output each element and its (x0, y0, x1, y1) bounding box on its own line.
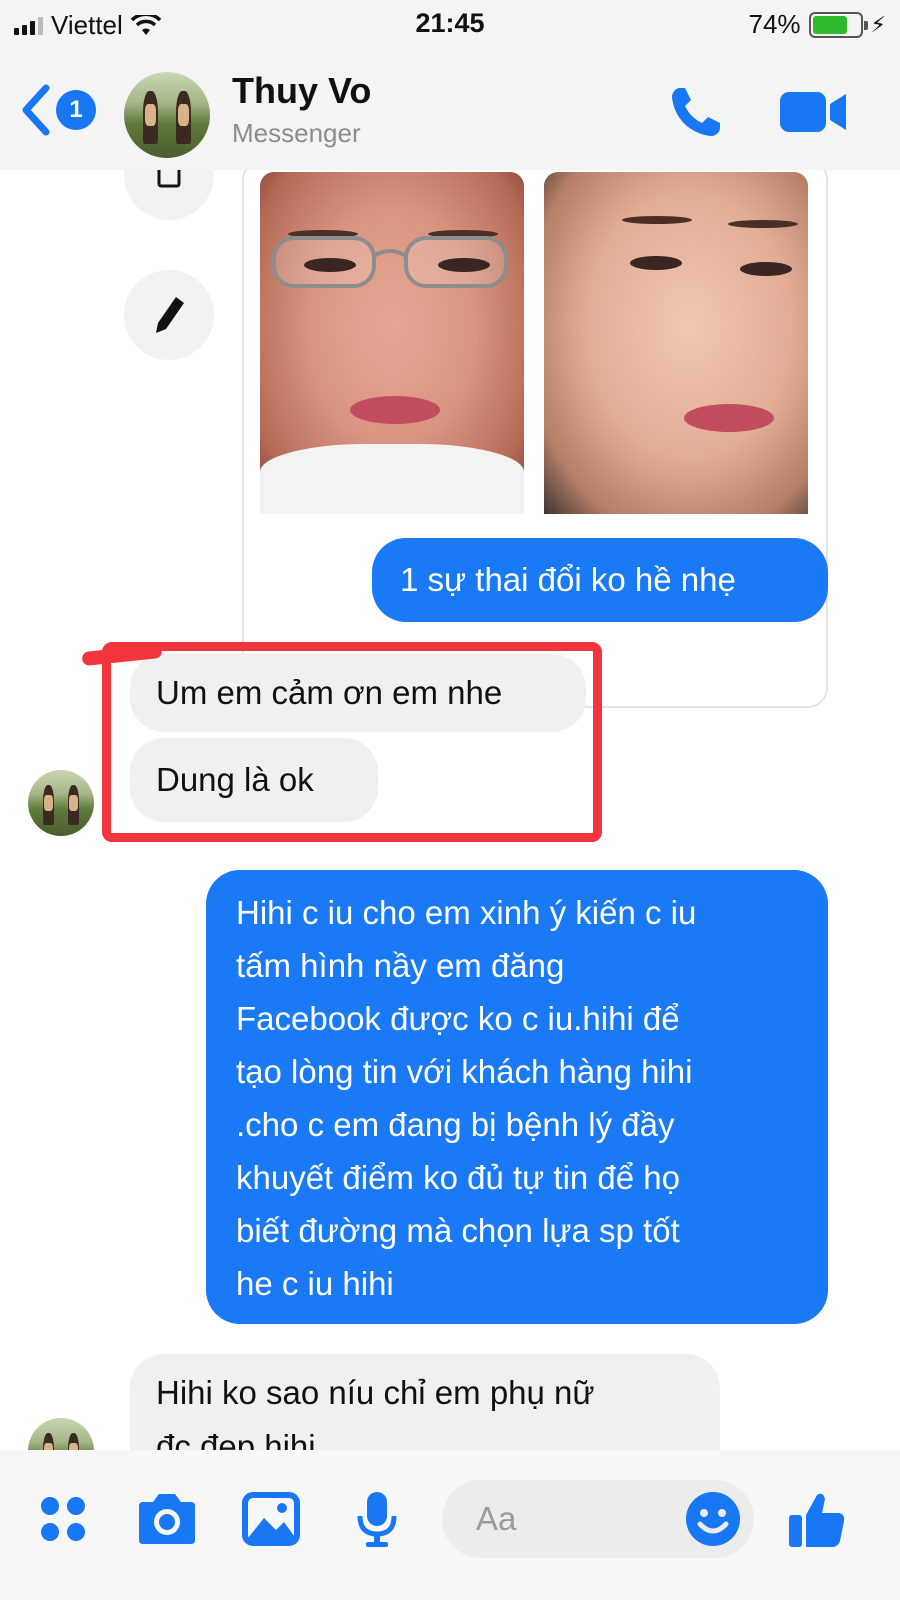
message-bubble-outgoing[interactable]: Hihi c iu cho em xinh ý kiến c iu tấm hì… (206, 870, 828, 1324)
camera-icon (139, 1494, 195, 1544)
share-icon (157, 170, 181, 188)
more-apps-button[interactable] (30, 1486, 96, 1552)
message-line: Hihi c iu cho em xinh ý kiến c iu (236, 894, 697, 931)
message-bubble-outgoing[interactable]: 1 sự thai đổi ko hề nhẹ (372, 538, 828, 622)
gallery-button[interactable] (238, 1486, 304, 1552)
message-line: đc đẹp hihi (156, 1428, 316, 1450)
contact-avatar-small[interactable] (28, 1418, 94, 1450)
share-button[interactable] (124, 170, 214, 220)
four-dots-icon (41, 1497, 85, 1541)
message-line: biết đường mà chọn lựa sp tốt (236, 1212, 680, 1249)
message-line: tạo lòng tin với khách hàng hihi (236, 1053, 693, 1090)
phone-icon (672, 88, 720, 136)
contact-avatar-small[interactable] (28, 770, 94, 836)
chevron-left-icon (22, 84, 50, 136)
microphone-icon (357, 1492, 397, 1547)
photo-detail (684, 404, 774, 432)
thumbs-up-icon (789, 1493, 845, 1547)
photo-before[interactable] (260, 172, 524, 514)
photo-detail (740, 262, 792, 276)
message-input-box[interactable] (442, 1480, 754, 1558)
photo-detail (622, 216, 692, 224)
message-composer (0, 1450, 900, 1600)
smiley-icon[interactable] (684, 1490, 742, 1548)
message-line: he c iu hihi (236, 1265, 394, 1302)
image-icon (242, 1492, 300, 1546)
edit-button[interactable] (124, 270, 214, 360)
status-right: 74% ⚡ (749, 9, 887, 40)
message-text: 1 sự thai đổi ko hề nhẹ (400, 561, 736, 598)
pencil-icon (156, 297, 184, 333)
annotation-highlight-box (102, 642, 602, 842)
battery-icon (808, 11, 868, 38)
message-line: Hihi ko sao níu chỉ em phụ nữ (156, 1374, 595, 1411)
message-line: khuyết điểm ko đủ tự tin để họ (236, 1159, 681, 1196)
voice-call-button[interactable] (666, 82, 726, 142)
like-button[interactable] (784, 1486, 850, 1552)
photo-detail (304, 258, 356, 272)
photo-detail (260, 444, 524, 514)
battery-fill (812, 15, 847, 34)
message-line: .cho c em đang bị bệnh lý đầy (236, 1106, 675, 1143)
video-camera-icon (780, 92, 846, 132)
photo-after[interactable] (544, 172, 808, 514)
conversation-header: 1 Thuy Vo Messenger (0, 48, 900, 170)
battery-percent: 74% (748, 9, 801, 39)
contact-subtitle: Messenger (232, 118, 361, 148)
message-line: Facebook được ko c iu.hihi để (236, 1000, 680, 1037)
message-line: tấm hình nầy em đăng (236, 947, 565, 984)
contact-avatar[interactable] (124, 72, 210, 158)
contact-name[interactable]: Thuy Vo (232, 70, 371, 112)
video-call-button[interactable] (778, 88, 848, 136)
photo-detail (728, 220, 798, 228)
message-bubble-incoming[interactable]: Hihi ko sao níu chỉ em phụ nữ đc đẹp hih… (130, 1354, 720, 1450)
charging-bolt-icon: ⚡ (870, 11, 886, 37)
photo-detail (350, 396, 440, 424)
unread-badge: 1 (56, 90, 96, 130)
status-bar: Viettel 21:45 74% ⚡ (0, 0, 900, 48)
message-list[interactable]: 1 sự thai đổi ko hề nhẹ Um em cảm ơn em … (0, 170, 900, 1450)
shared-photos[interactable] (242, 170, 828, 708)
back-button[interactable]: 1 (18, 82, 114, 138)
camera-button[interactable] (134, 1486, 200, 1552)
photo-detail (630, 256, 682, 270)
message-input[interactable] (442, 1480, 662, 1558)
voice-message-button[interactable] (344, 1486, 410, 1552)
photo-detail (438, 258, 490, 272)
